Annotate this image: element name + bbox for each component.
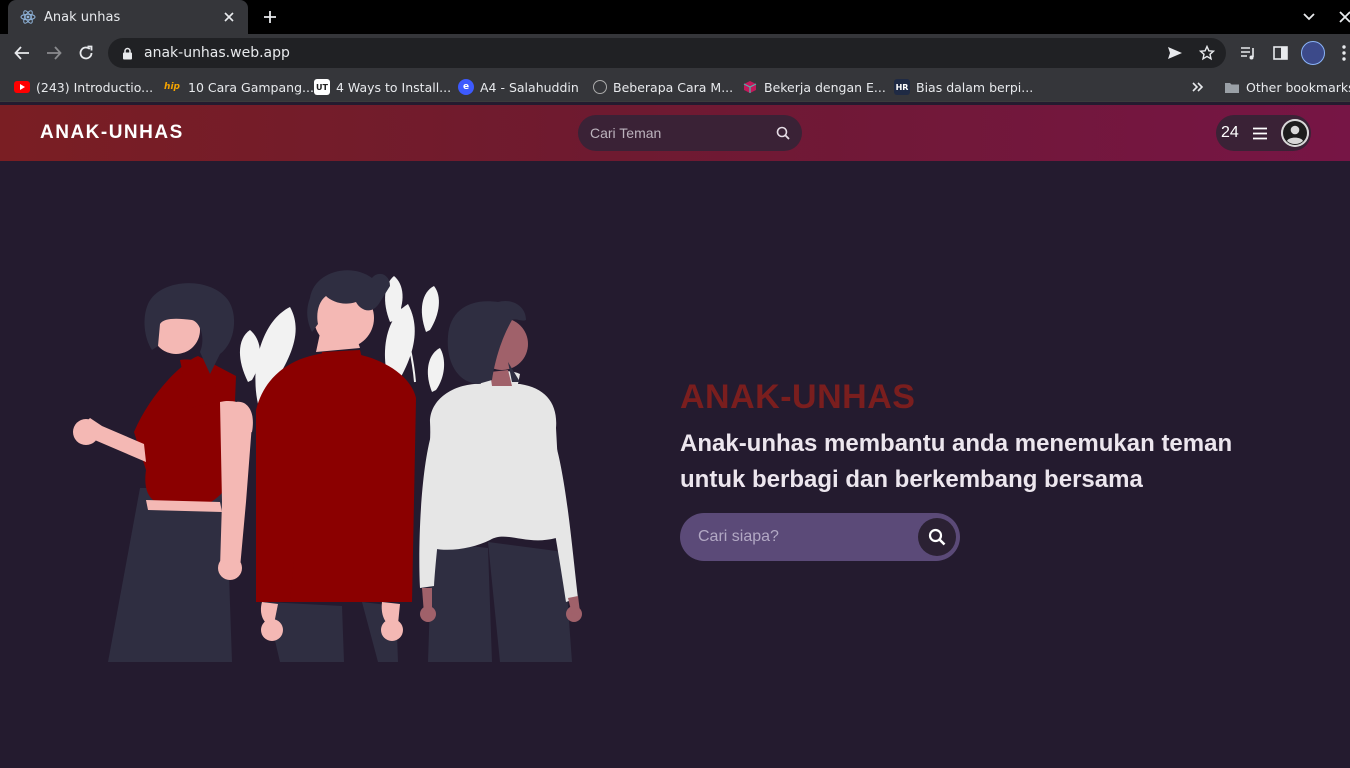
header-search [578,115,802,151]
bookmarks-overflow-icon[interactable] [1192,76,1204,98]
browser-tab[interactable]: Anak unhas [8,0,248,34]
search-icon[interactable] [774,124,792,142]
bookmark-item[interactable]: e A4 - Salahuddin [458,76,579,98]
bookmark-label: 4 Ways to Install... [336,79,452,95]
hero-search-button[interactable] [918,518,956,556]
star-icon[interactable] [1196,42,1218,64]
back-icon[interactable] [10,41,34,65]
cube-icon [742,79,758,95]
media-queue-icon[interactable] [1236,41,1260,65]
send-icon[interactable] [1164,42,1186,64]
hero-search-input[interactable] [698,528,918,546]
bookmark-item[interactable]: UT 4 Ways to Install... [314,76,451,98]
more-menu-icon[interactable] [1332,41,1350,65]
bookmark-label: 10 Cara Gampang... [188,79,314,95]
app-header: ANAK-UNHAS 24 [0,105,1350,161]
notification-count: 24 [1221,124,1239,141]
side-panel-icon[interactable] [1268,41,1292,65]
ut-icon: UT [314,79,330,95]
react-icon [20,9,36,25]
other-bookmarks-label: Other bookmarks [1246,79,1350,95]
window-close-icon[interactable] [1334,6,1350,28]
user-menu-button[interactable]: 24 [1216,115,1311,151]
brand-logo[interactable]: ANAK-UNHAS [40,122,184,144]
profile-avatar-icon[interactable] [1301,41,1325,65]
search-icon [928,528,946,546]
tab-search-chevron-icon[interactable] [1298,6,1320,28]
lock-icon [120,46,134,60]
address-bar[interactable]: anak-unhas.web.app [108,38,1226,68]
folder-icon [1224,79,1240,95]
hr-icon: HR [894,79,910,95]
bookmark-label: A4 - Salahuddin [480,79,579,95]
user-avatar-icon [1281,119,1309,147]
forward-icon[interactable] [42,41,66,65]
bookmark-item[interactable]: HR Bias dalam berpi... [894,76,1033,98]
bookmark-item[interactable]: Beberapa Cara M... [593,76,733,98]
people-illustration [60,262,600,662]
bookmark-item[interactable]: hip 10 Cara Gampang... [162,76,314,98]
bookmark-item[interactable]: Bekerja dengan E... [742,76,886,98]
browser-tabstrip: Anak unhas [0,0,1350,34]
new-tab-icon[interactable] [258,5,282,29]
reload-icon[interactable] [74,41,98,65]
hero-title: ANAK-UNHAS [680,378,916,416]
mask-icon [593,80,607,94]
bookmark-label: (243) Introductio... [36,79,154,95]
browser-toolbar: anak-unhas.web.app [0,34,1350,72]
url-text: anak-unhas.web.app [144,45,290,61]
other-bookmarks[interactable]: Other bookmarks [1224,76,1350,98]
hip-icon: hip [164,82,180,92]
header-search-input[interactable] [590,125,774,141]
tab-title: Anak unhas [44,9,121,25]
edge-icon: e [458,79,474,95]
bookmark-item[interactable]: (243) Introductio... [14,76,153,98]
youtube-icon [14,79,30,95]
close-tab-icon[interactable] [220,8,238,26]
hero-subtitle: Anak-unhas membantu anda menemukan teman… [680,430,1233,493]
hamburger-menu-icon [1249,122,1271,144]
bookmark-label: Bekerja dengan E... [764,79,886,95]
bookmarks-bar: (243) Introductio... hip 10 Cara Gampang… [0,72,1350,102]
hero-search [680,513,960,561]
bookmark-label: Beberapa Cara M... [613,79,734,95]
bookmark-label: Bias dalam berpi... [916,79,1034,95]
